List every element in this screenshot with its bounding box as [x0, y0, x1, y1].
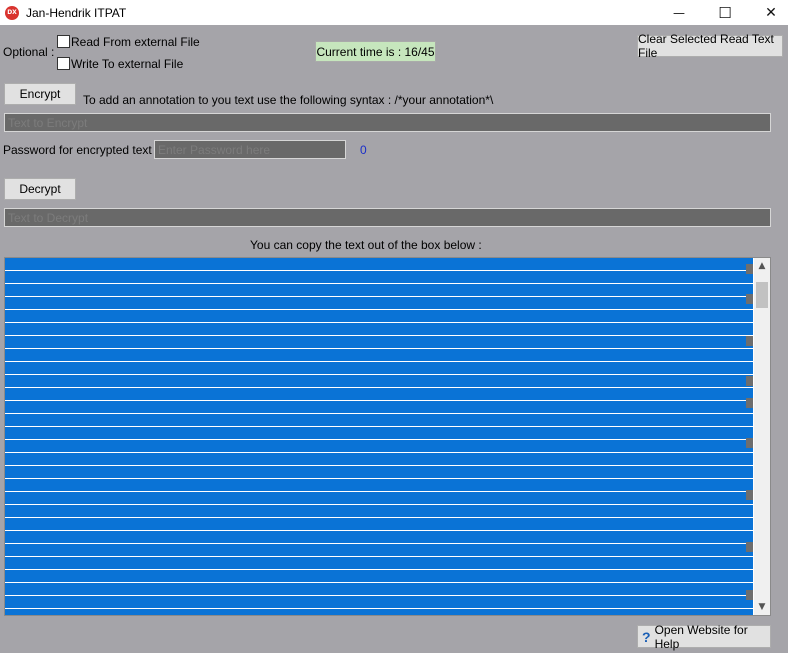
help-icon: ?: [642, 628, 651, 645]
line-marker: [746, 490, 753, 500]
line-marker: [746, 264, 753, 274]
line-marker: [746, 398, 753, 408]
write-external-checkbox[interactable]: [57, 57, 70, 70]
output-textbox[interactable]: ▲ ▼: [4, 257, 771, 616]
open-help-website-button[interactable]: ? Open Website for Help: [637, 622, 771, 651]
output-scrollbar[interactable]: ▲ ▼: [754, 258, 770, 615]
line-marker: [746, 590, 753, 600]
password-label: Password for encrypted text :: [3, 143, 159, 157]
maximize-button[interactable]: ☐: [702, 0, 748, 25]
output-label: You can copy the text out of the box bel…: [250, 238, 482, 252]
current-time-display: Current time is : 16/45: [315, 41, 436, 62]
window-title: Jan-Hendrik ITPAT: [26, 5, 127, 20]
annotation-hint: To add an annotation to you text use the…: [83, 93, 494, 107]
minimize-button[interactable]: —: [656, 0, 702, 25]
line-marker: [746, 376, 753, 386]
close-button[interactable]: ✕: [748, 0, 788, 25]
app-icon: DX: [5, 5, 19, 20]
scroll-thumb[interactable]: [756, 282, 768, 308]
output-text-lines[interactable]: [5, 258, 753, 615]
title-bar: DX Jan-Hendrik ITPAT — ☐ ✕: [0, 0, 788, 25]
line-marker: [746, 438, 753, 448]
line-marker: [746, 336, 753, 346]
password-input[interactable]: Enter Password here: [154, 140, 346, 159]
open-help-label: Open Website for Help: [654, 622, 748, 651]
read-external-label[interactable]: Read From external File: [71, 35, 200, 49]
line-marker: [746, 542, 753, 552]
decrypt-input[interactable]: Text to Decrypt: [4, 208, 771, 227]
write-external-label[interactable]: Write To external File: [71, 57, 183, 71]
read-external-checkbox[interactable]: [57, 35, 70, 48]
scroll-down-icon[interactable]: ▼: [754, 599, 770, 615]
password-length-counter: 0: [360, 143, 367, 157]
optional-label: Optional :: [3, 45, 55, 59]
decrypt-button[interactable]: Decrypt: [4, 178, 76, 200]
scroll-up-icon[interactable]: ▲: [754, 258, 770, 274]
line-marker: [746, 294, 753, 304]
encrypt-input[interactable]: Text to Encrypt: [4, 113, 771, 132]
clear-read-file-button[interactable]: Clear Selected Read Text File: [637, 32, 783, 60]
encrypt-button[interactable]: Encrypt: [4, 83, 76, 105]
